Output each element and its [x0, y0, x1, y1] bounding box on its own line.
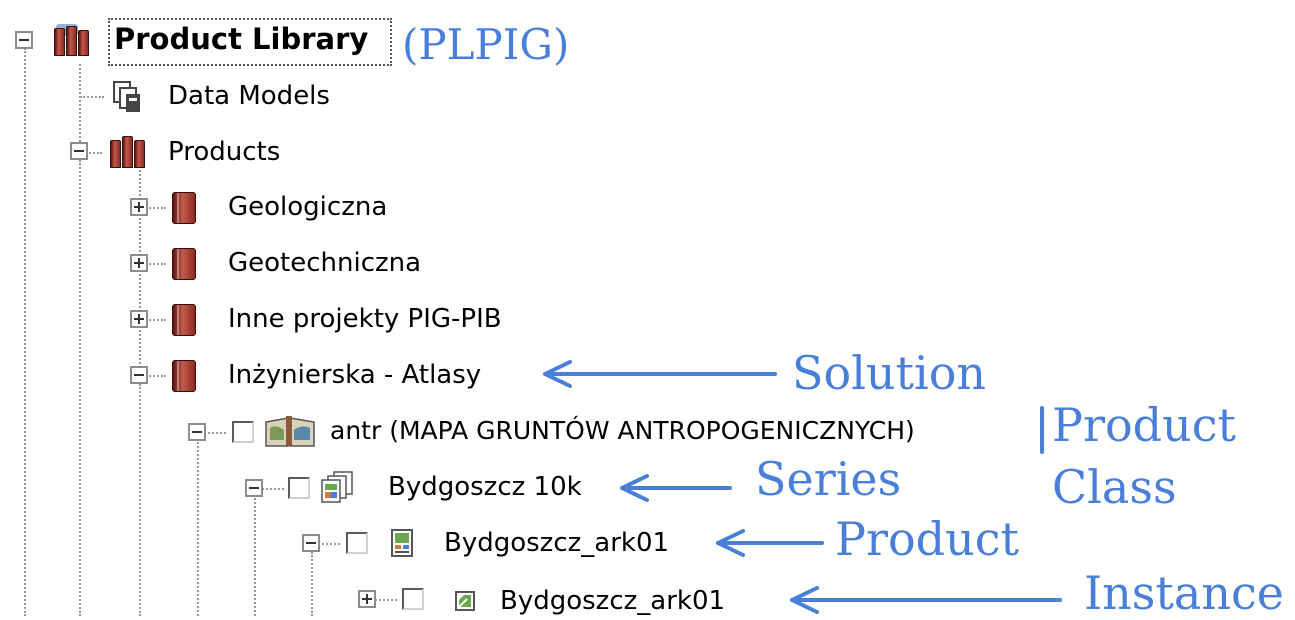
- series-annotation: Series: [755, 452, 902, 506]
- instance-annotation: Instance: [1084, 566, 1284, 620]
- product-annotation: Product: [835, 512, 1019, 566]
- annotation-arrows: [543, 360, 1062, 614]
- solution-annotation: Solution: [792, 346, 987, 400]
- product-class-annotation-line1: Product: [1052, 398, 1236, 452]
- product-class-annotation-line2: Class: [1052, 460, 1177, 514]
